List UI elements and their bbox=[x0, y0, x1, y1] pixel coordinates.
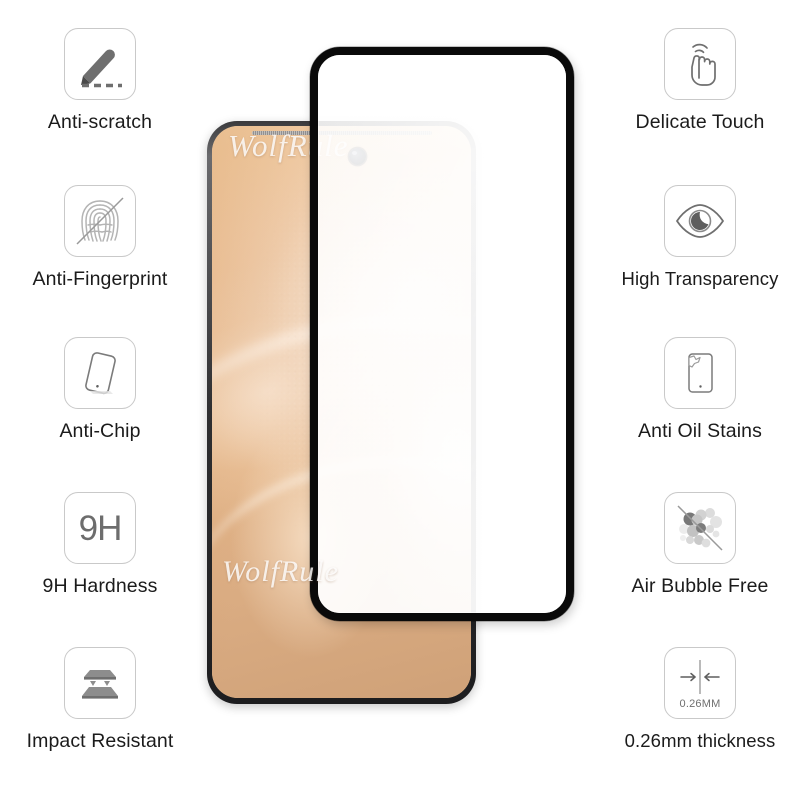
product-composition: WolfRule WolfRule bbox=[0, 0, 800, 800]
glass-sheen bbox=[318, 55, 566, 613]
infographic-canvas: Anti-scratch Anti-Fingerprint Anti-Chip … bbox=[0, 0, 800, 800]
screen-protector-glass bbox=[310, 47, 574, 621]
